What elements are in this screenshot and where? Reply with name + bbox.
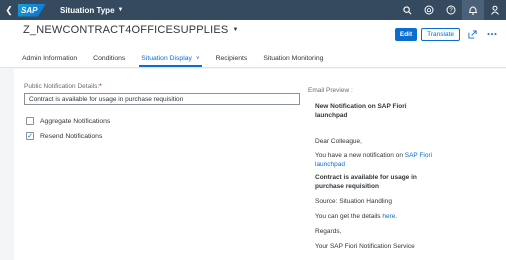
- email-heading: New Notification on SAP Fiori launchpad: [315, 103, 407, 119]
- search-button[interactable]: [396, 0, 418, 20]
- sap-logo[interactable]: SAP: [18, 3, 46, 17]
- tab-situation-monitoring[interactable]: Situation Monitoring: [255, 49, 331, 67]
- notifications-button[interactable]: [462, 0, 484, 20]
- email-regards: Regards,: [315, 228, 342, 235]
- details-text: You can get the details: [315, 213, 383, 220]
- checkbox-label: Aggregate Notifications: [40, 117, 111, 125]
- tab-label: Recipients: [215, 54, 248, 62]
- bell-ring-button[interactable]: [418, 0, 440, 20]
- chevron-down-icon: ∨: [195, 55, 200, 61]
- tab-admin-information[interactable]: Admin Information: [14, 49, 85, 67]
- checkbox-label: Resend Notifications: [40, 132, 103, 140]
- share-icon: [467, 29, 477, 39]
- tab-bar: Admin Information Conditions Situation D…: [14, 49, 331, 67]
- bell-ring-icon: [424, 5, 434, 15]
- back-button[interactable]: ❮: [0, 0, 18, 20]
- user-button[interactable]: [484, 0, 506, 20]
- email-intro: You have a new notification on SAP Fiori…: [315, 152, 433, 170]
- required-mark: *: [99, 83, 102, 90]
- chevron-down-icon: ▼: [117, 7, 124, 13]
- tab-recipients[interactable]: Recipients: [208, 49, 256, 67]
- header-actions: Edit Translate: [394, 27, 506, 41]
- share-button[interactable]: [464, 27, 480, 41]
- label-text: Public Notification Details:: [24, 83, 100, 90]
- notifications-icon: [469, 6, 477, 15]
- chevron-down-icon: ▼: [232, 27, 239, 33]
- intro-text: You have a new notification on: [315, 152, 405, 159]
- user-icon: [491, 5, 499, 15]
- app-title: Situation Type: [60, 5, 115, 15]
- tab-label: Conditions: [93, 54, 126, 62]
- tab-situation-display[interactable]: Situation Display ∨: [133, 49, 207, 67]
- email-details: You can get the details here.: [315, 213, 433, 222]
- help-icon: ?: [446, 5, 456, 15]
- app-title-menu[interactable]: Situation Type ▼: [60, 6, 123, 15]
- situation-display-section: Public Notification Details:* Aggregate …: [14, 69, 506, 260]
- resend-notifications-checkbox[interactable]: ✓ Resend Notifications: [26, 132, 102, 140]
- email-signature: Your SAP Fiori Notification Service: [315, 243, 415, 250]
- public-details-label: Public Notification Details:*: [24, 83, 102, 90]
- tab-label: Situation Display: [141, 54, 192, 62]
- tab-label: Situation Monitoring: [263, 54, 324, 62]
- checkmark-icon: ✓: [27, 132, 33, 140]
- translate-button[interactable]: Translate: [421, 27, 460, 41]
- email-message: Contract is available for usage in purch…: [315, 174, 417, 190]
- aggregate-notifications-checkbox[interactable]: Aggregate Notifications: [26, 117, 110, 125]
- email-greeting: Dear Colleague,: [315, 138, 362, 145]
- shell-actions: ?: [396, 0, 506, 20]
- email-preview-label: Email Preview :: [308, 87, 353, 94]
- checkbox-box[interactable]: ✓: [26, 132, 34, 140]
- tab-label: Admin Information: [22, 54, 78, 62]
- search-icon: [402, 5, 411, 14]
- edit-button[interactable]: Edit: [394, 27, 418, 41]
- details-link[interactable]: here.: [382, 213, 397, 220]
- object-title-menu[interactable]: Z_NEWCONTRACT4OFFICESUPPLIES ▼: [23, 24, 239, 36]
- public-details-input[interactable]: [24, 93, 300, 105]
- object-title: Z_NEWCONTRACT4OFFICESUPPLIES: [23, 24, 229, 36]
- checkbox-box[interactable]: [26, 117, 34, 125]
- object-header: Z_NEWCONTRACT4OFFICESUPPLIES ▼ Edit Tran…: [0, 20, 506, 68]
- shell-bar: ❮ SAP Situation Type ▼ ?: [0, 0, 506, 20]
- tab-conditions[interactable]: Conditions: [85, 49, 133, 67]
- chevron-left-icon: ❮: [5, 4, 13, 15]
- overflow-icon: [487, 33, 497, 35]
- email-source: Source: Situation Handling: [315, 198, 392, 205]
- more-button[interactable]: [484, 27, 500, 41]
- help-button[interactable]: ?: [440, 0, 462, 20]
